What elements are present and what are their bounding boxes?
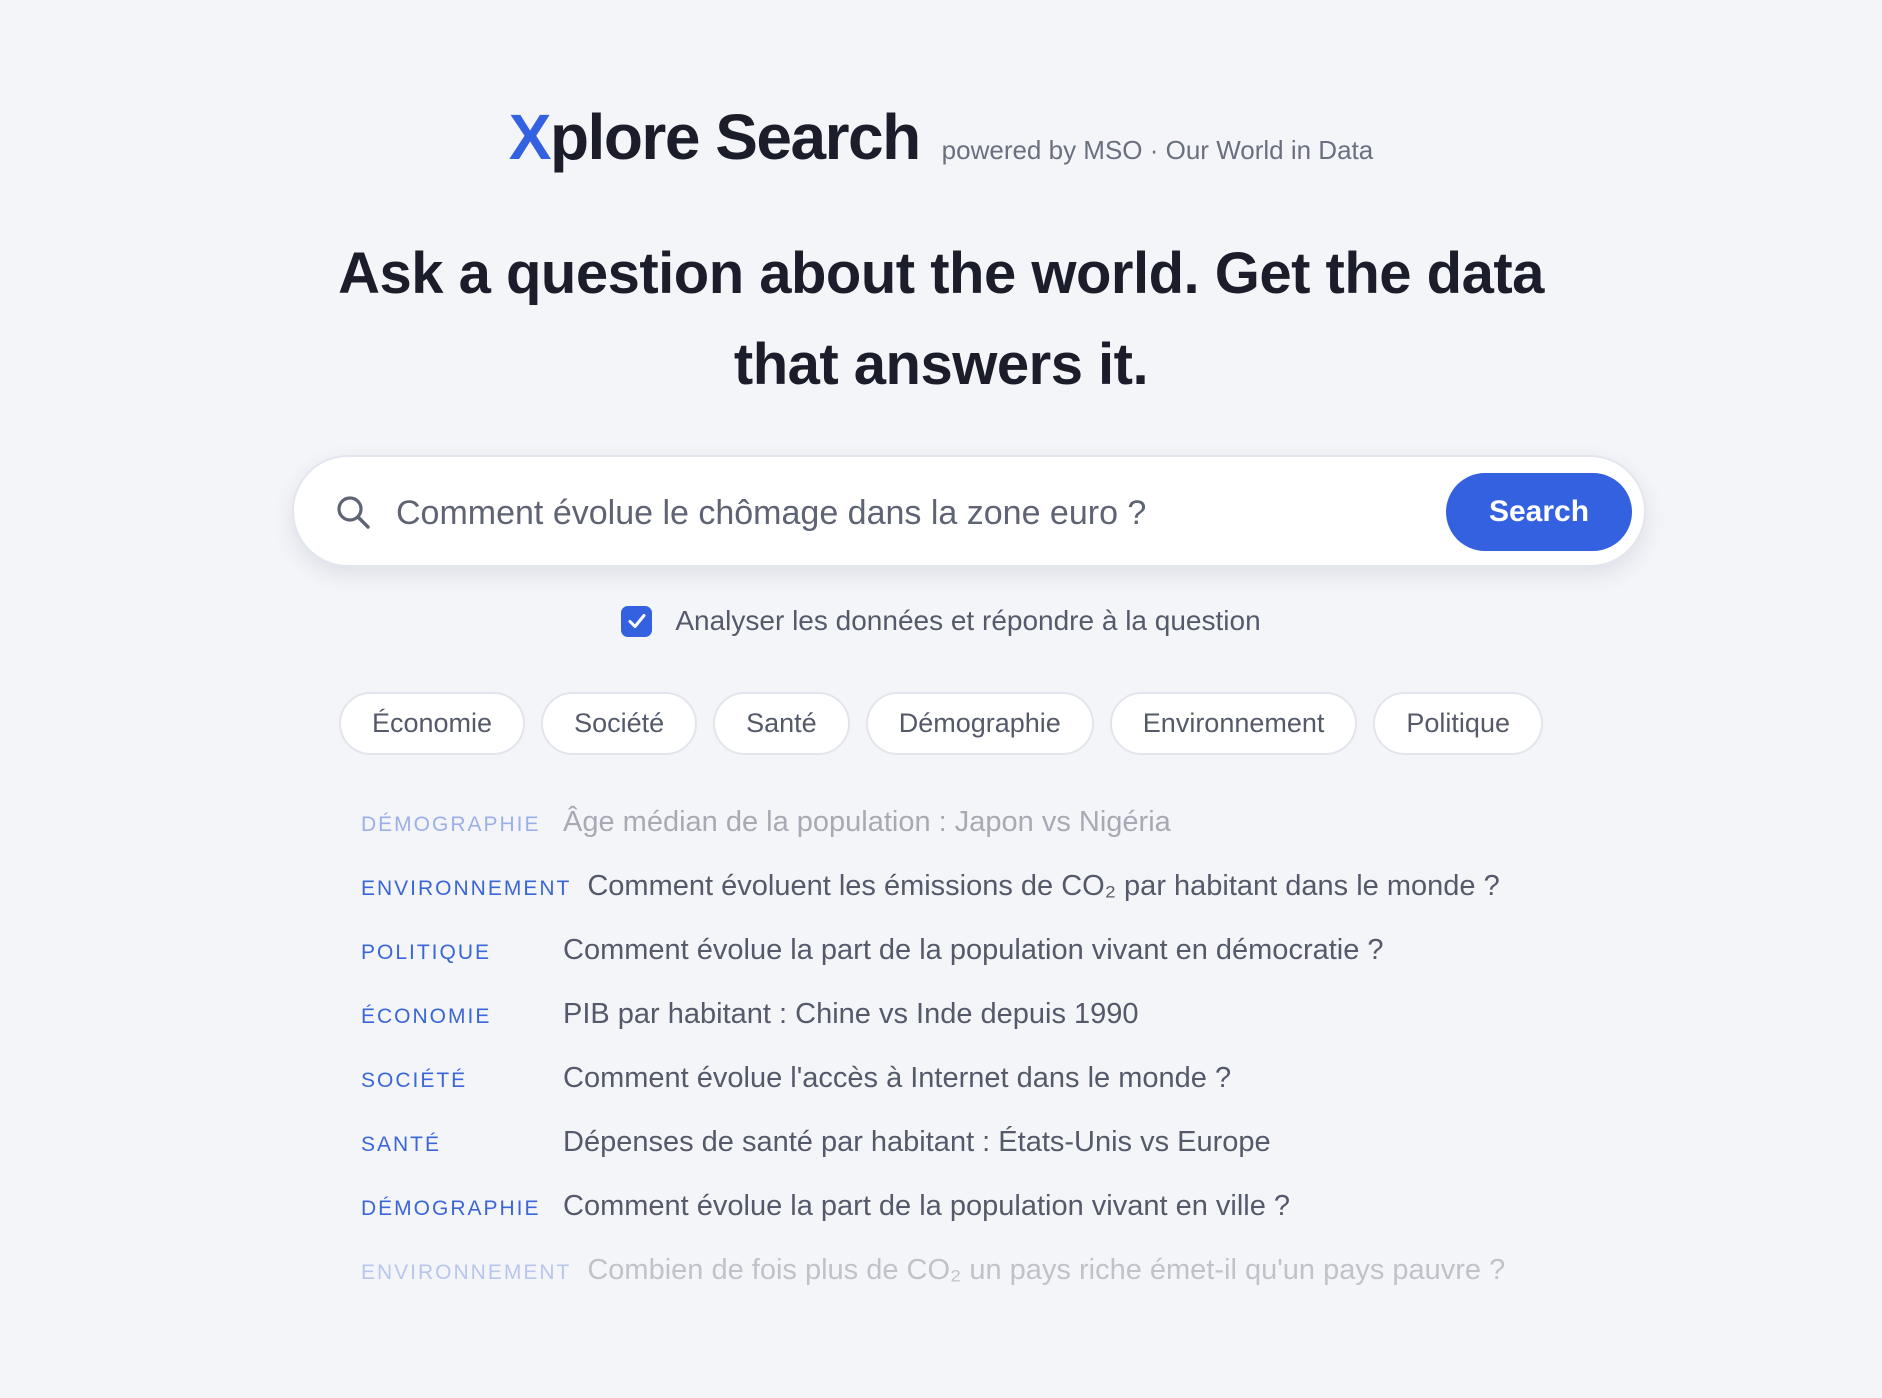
- category-chip-societe[interactable]: Société: [541, 692, 698, 755]
- suggestion-question: Comment évolue la part de la population …: [563, 934, 1384, 966]
- analyze-option: Analyser les données et répondre à la qu…: [0, 605, 1882, 637]
- brand-header: Xplore Search powered by MSO · Our World…: [0, 100, 1882, 174]
- suggestion-item[interactable]: SANTÉ Dépenses de santé par habitant : É…: [361, 1126, 1561, 1190]
- category-chip-sante[interactable]: Santé: [713, 692, 850, 755]
- suggestion-category: ÉCONOMIE: [361, 1005, 492, 1028]
- suggestion-question: Comment évolue l'accès à Internet dans l…: [563, 1062, 1232, 1094]
- category-chip-demographie[interactable]: Démographie: [865, 692, 1094, 755]
- page-headline: Ask a question about the world. Get the …: [0, 228, 1882, 410]
- analyze-label[interactable]: Analyser les données et répondre à la qu…: [675, 605, 1260, 637]
- logo-x: X: [508, 101, 552, 173]
- suggestion-question: PIB par habitant : Chine vs Inde depuis …: [563, 998, 1139, 1030]
- category-chip-politique[interactable]: Politique: [1373, 692, 1543, 755]
- suggestion-category: DÉMOGRAPHIE: [361, 813, 541, 836]
- category-filters: Économie Société Santé Démographie Envir…: [0, 692, 1882, 755]
- analyze-checkbox[interactable]: [621, 605, 653, 637]
- category-chip-environnement[interactable]: Environnement: [1109, 692, 1358, 755]
- suggestion-item[interactable]: DÉMOGRAPHIE Comment évolue la part de la…: [361, 1190, 1561, 1254]
- suggestion-question: Combien de fois plus de CO₂ un pays rich…: [587, 1254, 1506, 1286]
- suggestion-item[interactable]: ÉCONOMIE PIB par habitant : Chine vs Ind…: [361, 998, 1561, 1062]
- suggestion-item[interactable]: DÉMOGRAPHIE Âge médian de la population …: [361, 806, 1561, 870]
- logo[interactable]: Xplore Search: [508, 100, 921, 174]
- suggestion-question: Comment évoluent les émissions de CO₂ pa…: [587, 870, 1500, 902]
- search-icon: [334, 493, 374, 533]
- suggestion-list: DÉMOGRAPHIE Âge médian de la population …: [361, 806, 1561, 1318]
- headline-line-2: that answers it.: [733, 332, 1149, 397]
- suggestion-category: POLITIQUE: [361, 941, 492, 964]
- suggestion-question: Comment évolue la part de la population …: [563, 1190, 1291, 1222]
- tagline: powered by MSO · Our World in Data: [941, 135, 1374, 165]
- suggestion-category: DÉMOGRAPHIE: [361, 1197, 541, 1220]
- check-icon: [628, 614, 646, 628]
- page: Xplore Search powered by MSO · Our World…: [0, 0, 1882, 1398]
- search-input[interactable]: [396, 485, 1416, 541]
- suggestion-item[interactable]: SOCIÉTÉ Comment évolue l'accès à Interne…: [361, 1062, 1561, 1126]
- category-chip-economie[interactable]: Économie: [339, 692, 526, 755]
- suggestion-category: ENVIRONNEMENT: [361, 1261, 572, 1284]
- suggestion-category: SOCIÉTÉ: [361, 1069, 468, 1092]
- search-bar: Search: [292, 455, 1646, 567]
- suggestion-category: ENVIRONNEMENT: [361, 877, 572, 900]
- suggestion-category: SANTÉ: [361, 1133, 442, 1156]
- suggestion-question: Âge médian de la population : Japon vs N…: [563, 806, 1171, 838]
- suggestion-question: Dépenses de santé par habitant : États-U…: [563, 1126, 1271, 1158]
- search-button[interactable]: Search: [1446, 473, 1632, 551]
- suggestion-item[interactable]: ENVIRONNEMENT Comment évoluent les émiss…: [361, 870, 1561, 934]
- headline-line-1: Ask a question about the world. Get the …: [338, 241, 1544, 306]
- suggestion-item[interactable]: POLITIQUE Comment évolue la part de la p…: [361, 934, 1561, 998]
- suggestion-item[interactable]: ENVIRONNEMENT Combien de fois plus de CO…: [361, 1254, 1561, 1318]
- logo-text: plore Search: [549, 101, 921, 173]
